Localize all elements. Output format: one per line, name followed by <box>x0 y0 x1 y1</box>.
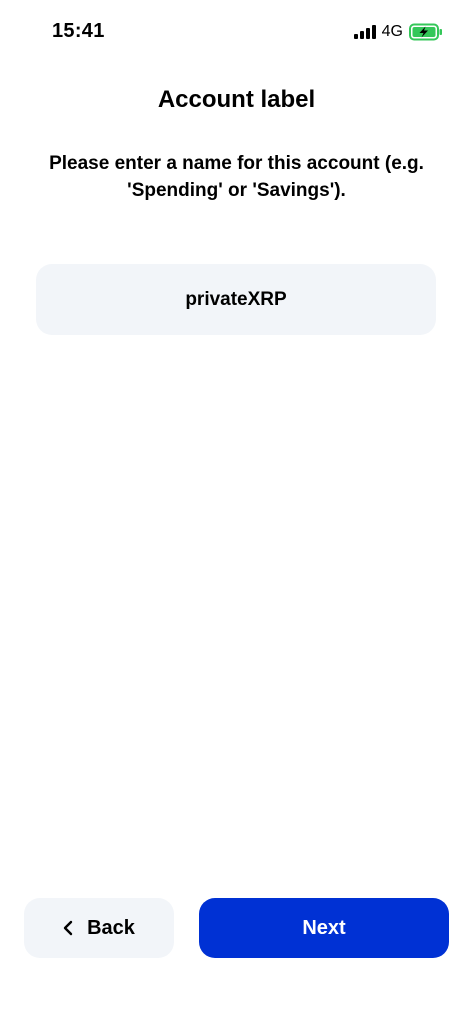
signal-icon <box>353 25 376 39</box>
network-type-label: 4G <box>381 23 403 40</box>
back-button-label: Back <box>87 916 135 939</box>
page-title: Account label <box>157 86 316 113</box>
status-bar: 15:41 4G <box>0 0 473 62</box>
page-description: Please enter a name for this account (e.… <box>49 153 424 201</box>
battery-charging-icon <box>409 23 442 41</box>
status-time: 15:41 <box>52 20 105 42</box>
next-button[interactable]: Next <box>199 898 449 958</box>
back-button[interactable]: Back <box>24 898 174 958</box>
status-indicators: 4G <box>353 22 443 42</box>
account-label-input[interactable] <box>36 264 436 335</box>
chevron-left-icon <box>63 920 73 936</box>
